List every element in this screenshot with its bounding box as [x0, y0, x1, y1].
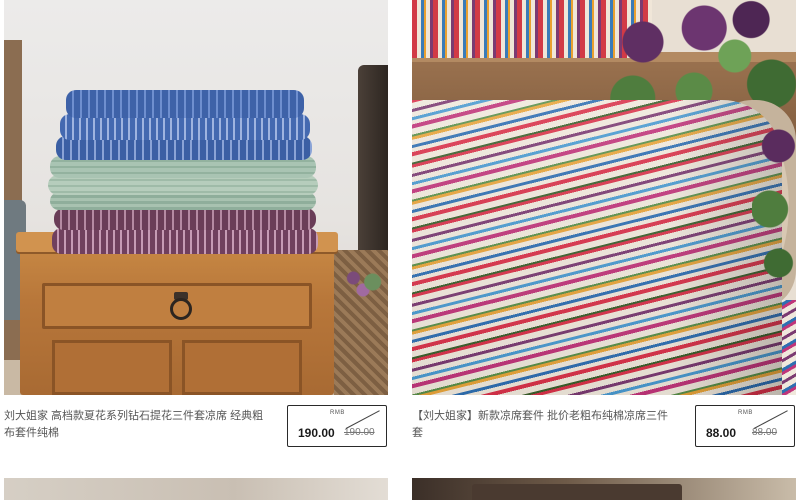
product-image[interactable]	[4, 0, 388, 395]
folded-mat-purple	[52, 228, 318, 254]
next-product-image[interactable]	[4, 478, 388, 500]
product-image[interactable]	[412, 0, 796, 395]
product-title-link[interactable]: 刘大姐家 高档款夏花系列钻石提花三件套凉席 经典粗布套件纯棉	[4, 408, 269, 442]
basket-flowers	[339, 262, 387, 302]
price-box: RMB 190.00 190.00	[287, 405, 387, 447]
folded-mat-green	[48, 175, 318, 195]
drawer-ring-handle	[170, 298, 192, 320]
bench-silhouette	[472, 484, 682, 500]
sale-price: 88.00	[706, 426, 737, 440]
original-price: 88.00	[752, 427, 778, 438]
cabinet-door-right	[182, 340, 302, 395]
cabinet-door-left	[52, 340, 172, 395]
folded-mat-blue	[66, 90, 304, 118]
price-box: RMB 88.00 88.00	[695, 405, 795, 447]
product-card[interactable]: 刘大姐家 高档款夏花系列钻石提花三件套凉席 经典粗布套件纯棉 RMB 190.0…	[4, 0, 388, 470]
currency-label: RMB	[330, 410, 345, 416]
currency-label: RMB	[738, 410, 753, 416]
product-title-link[interactable]: 【刘大姐家】新款凉席套件 批价老粗布纯棉凉席三件套	[412, 408, 677, 442]
folded-mat-purple	[54, 208, 316, 230]
original-price: 190.00	[344, 427, 375, 438]
next-product-image[interactable]	[412, 478, 796, 500]
cloth-shading	[412, 100, 782, 395]
sale-price: 190.00	[298, 426, 335, 440]
side-flowers	[752, 110, 796, 290]
product-card[interactable]: 【刘大姐家】新款凉席套件 批价老粗布纯棉凉席三件套 RMB 88.00 88.0…	[412, 0, 796, 470]
